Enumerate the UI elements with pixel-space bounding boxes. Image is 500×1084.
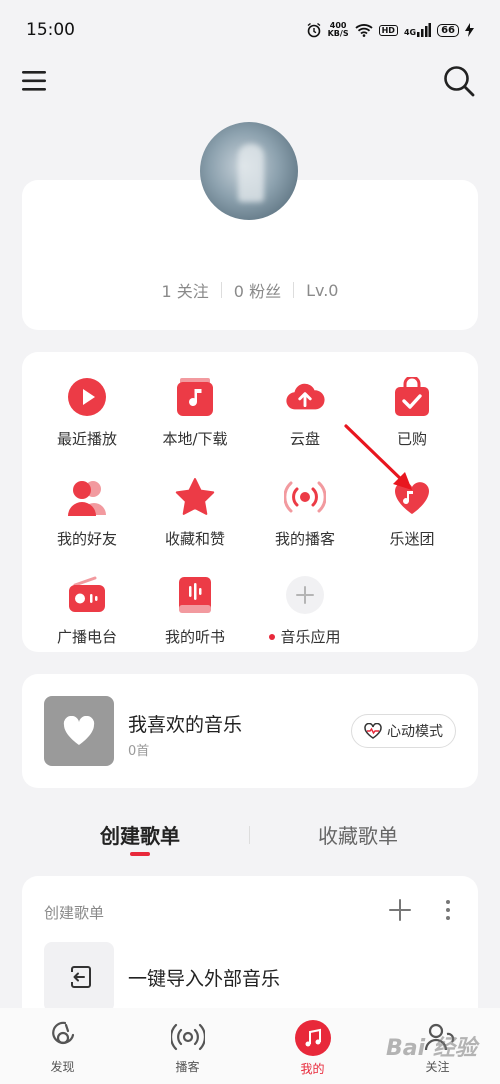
import-icon bbox=[71, 966, 91, 988]
shortcut-grid: 最近播放 本地/下载 云盘 已购 我的好友 收藏和赞 我的播客 乐迷团 广播电台… bbox=[22, 352, 478, 652]
purchased-bag-icon bbox=[391, 376, 433, 418]
status-bar: 15:00 400 KB/S HD 4G 66 bbox=[0, 0, 500, 60]
following-count[interactable]: 1 关注 bbox=[162, 278, 209, 302]
shortcut-label: 我的听书 bbox=[164, 628, 225, 646]
playlist-section-header: 创建歌单 bbox=[44, 904, 105, 922]
audiobook-icon bbox=[174, 574, 216, 616]
network-speed: 400 KB/S bbox=[328, 22, 349, 38]
menu-icon bbox=[22, 71, 46, 91]
new-badge-dot bbox=[269, 633, 276, 640]
friends-icon bbox=[66, 476, 108, 518]
nav-active-indicator bbox=[294, 1020, 331, 1056]
plus-icon bbox=[389, 899, 411, 921]
battery-indicator: 66 bbox=[437, 23, 459, 37]
shortcut-label: 我的好友 bbox=[56, 530, 117, 548]
nav-discover[interactable]: 发现 bbox=[18, 1020, 108, 1075]
playlist-more-button[interactable] bbox=[442, 898, 454, 922]
search-icon bbox=[444, 66, 475, 97]
nav-label: 播客 bbox=[175, 1060, 200, 1074]
nav-podcast[interactable]: 播客 bbox=[143, 1020, 233, 1075]
charging-icon bbox=[465, 23, 474, 37]
status-icons: 400 KB/S HD 4G 66 bbox=[306, 22, 474, 38]
nav-mine[interactable]: 我的 bbox=[268, 1020, 358, 1077]
shortcut-label: 音乐应用 bbox=[269, 626, 341, 647]
alarm-icon bbox=[307, 22, 321, 38]
shortcut-radio-station[interactable]: 广播电台 bbox=[32, 574, 142, 647]
podcast-icon bbox=[284, 476, 326, 518]
annotation-arrow bbox=[344, 424, 412, 490]
menu-button[interactable] bbox=[20, 68, 50, 94]
heartbeat-icon bbox=[364, 723, 382, 739]
shortcut-recent-play[interactable]: 最近播放 bbox=[32, 376, 142, 449]
play-circle-icon bbox=[66, 376, 108, 418]
top-nav bbox=[0, 60, 500, 104]
signal-bars-icon bbox=[417, 23, 432, 37]
import-label: 一键导入外部音乐 bbox=[128, 968, 281, 990]
cloud-upload-icon bbox=[284, 376, 326, 418]
search-button[interactable] bbox=[442, 64, 476, 98]
shortcut-label: 本地/下载 bbox=[162, 430, 228, 448]
liked-music-title: 我喜欢的音乐 bbox=[128, 714, 243, 736]
liked-music-count: 0首 bbox=[128, 744, 150, 759]
shortcut-local-download[interactable]: 本地/下载 bbox=[140, 376, 250, 449]
status-time: 15:00 bbox=[26, 20, 75, 40]
add-playlist-button[interactable] bbox=[388, 898, 412, 922]
radio-icon bbox=[66, 574, 108, 616]
hd-badge: HD bbox=[378, 24, 398, 36]
tab-collected-playlists[interactable]: 收藏歌单 bbox=[318, 820, 398, 849]
heart-icon bbox=[63, 716, 95, 745]
wifi-icon bbox=[354, 24, 373, 37]
music-note-icon bbox=[305, 1028, 321, 1047]
avatar[interactable] bbox=[200, 122, 298, 220]
liked-music-card[interactable]: 我喜欢的音乐 0首 心动模式 bbox=[22, 674, 478, 788]
playlist-tabs: 创建歌单 收藏歌单 bbox=[0, 812, 500, 862]
shortcut-favorites-likes[interactable]: 收藏和赞 bbox=[140, 476, 250, 549]
local-music-icon bbox=[174, 376, 216, 418]
nav-label: 发现 bbox=[50, 1060, 75, 1074]
shortcut-label: 云盘 bbox=[289, 430, 320, 448]
tab-active-indicator bbox=[130, 852, 150, 856]
shortcut-label: 最近播放 bbox=[56, 430, 117, 448]
more-vertical-icon bbox=[446, 900, 450, 920]
shortcut-label: 广播电台 bbox=[56, 628, 117, 646]
shortcut-label: 收藏和赞 bbox=[164, 530, 225, 548]
signal-label: 4G bbox=[403, 28, 417, 37]
signal-indicator: 4G bbox=[403, 23, 432, 37]
liked-music-cover bbox=[44, 696, 114, 766]
stats-divider bbox=[293, 282, 295, 298]
nav-label: 我的 bbox=[300, 1062, 325, 1076]
shortcut-label-text: 音乐应用 bbox=[280, 628, 341, 646]
shortcut-music-apps[interactable]: 音乐应用 bbox=[250, 574, 360, 647]
shortcut-label: 乐迷团 bbox=[389, 530, 435, 548]
battery-level: 66 bbox=[441, 24, 455, 36]
tab-divider bbox=[249, 826, 250, 844]
heart-mode-label: 心动模式 bbox=[387, 724, 443, 740]
avatar-figure bbox=[238, 144, 264, 202]
discover-icon bbox=[51, 1021, 74, 1045]
profile-stats: 1 关注 0 粉丝 Lv.0 bbox=[22, 278, 478, 302]
add-icon bbox=[284, 574, 326, 616]
heart-mode-button[interactable]: 心动模式 bbox=[351, 714, 456, 748]
shortcut-label: 我的播客 bbox=[274, 530, 335, 548]
star-icon bbox=[174, 476, 216, 518]
watermark: Bai 经验 bbox=[386, 1036, 477, 1061]
podcast-icon bbox=[170, 1023, 205, 1051]
shortcut-my-friends[interactable]: 我的好友 bbox=[32, 476, 142, 549]
tab-created-playlists[interactable]: 创建歌单 bbox=[100, 820, 180, 849]
stats-divider bbox=[220, 282, 222, 298]
followers-count[interactable]: 0 粉丝 bbox=[234, 278, 281, 302]
network-speed-unit: KB/S bbox=[327, 29, 349, 38]
import-external-music[interactable]: 一键导入外部音乐 bbox=[44, 942, 454, 1012]
import-icon-box bbox=[44, 942, 114, 1012]
shortcut-audiobook[interactable]: 我的听书 bbox=[140, 574, 250, 647]
user-level[interactable]: Lv.0 bbox=[306, 281, 338, 300]
